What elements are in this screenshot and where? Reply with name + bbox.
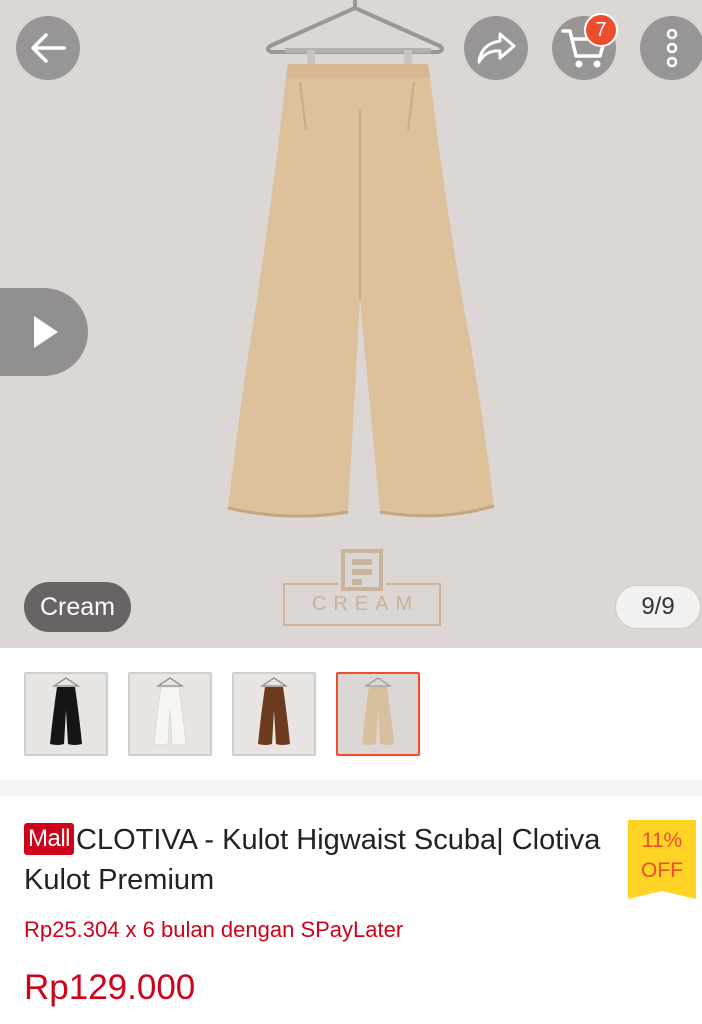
back-button[interactable] [16,16,80,80]
mall-badge: Mall [24,823,75,855]
thumbnail-white[interactable] [128,672,212,756]
product-page: 7 CREAM Cream 9/9 Mall CLOTIVA - Kulot H… [0,0,702,1024]
thumbnail-black[interactable] [24,672,108,756]
thumbnail-brown[interactable] [232,672,316,756]
thumbnail-image [338,674,418,754]
share-button[interactable] [464,16,528,80]
thumbnail-image [130,674,210,754]
play-icon [34,316,58,348]
share-icon [477,32,516,64]
product-image-gallery[interactable]: 7 CREAM Cream 9/9 [0,0,702,648]
discount-badge: 11% OFF [628,820,696,899]
watermark-text: CREAM [283,584,441,626]
product-title-text: CLOTIVA - Kulot Higwaist Scuba| Clotiva … [24,824,601,896]
section-divider [0,780,702,796]
play-video-button[interactable] [0,288,88,376]
image-counter: 9/9 [615,585,701,629]
product-info-section: Mall CLOTIVA - Kulot Higwaist Scuba| Clot… [0,796,702,1024]
more-vertical-icon [666,28,678,68]
thumbnail-image [234,674,314,754]
installment-info[interactable]: Rp25.304 x 6 bulan dengan SPayLater [24,917,403,943]
variant-name-label: Cream [24,582,132,632]
cart-count-badge: 7 [584,13,618,47]
product-price: Rp129.000 [24,968,196,1007]
variant-thumbnail-strip [0,648,702,780]
thumbnail-cream-selected[interactable] [336,672,420,756]
discount-off-label: OFF [641,858,683,882]
product-title: Mall CLOTIVA - Kulot Higwaist Scuba| Clot… [24,820,604,900]
thumbnail-image [26,674,106,754]
more-options-button[interactable] [640,16,702,80]
discount-percent: 11% [641,828,683,852]
back-arrow-icon [31,33,66,63]
